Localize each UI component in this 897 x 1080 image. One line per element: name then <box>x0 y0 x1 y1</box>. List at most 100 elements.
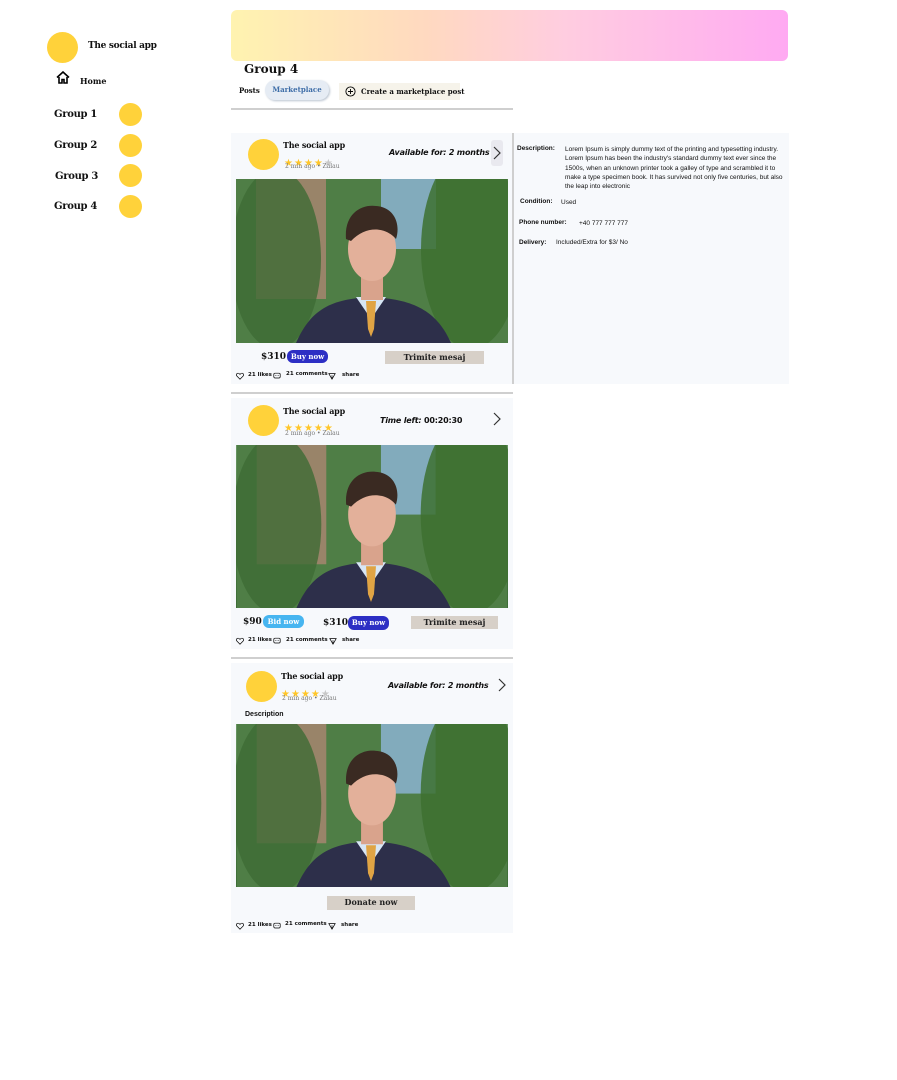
price: $310 <box>261 352 287 362</box>
comments-count[interactable]: 21 comments <box>286 371 328 377</box>
time-left-value: 00:20:30 <box>424 416 463 425</box>
product-photo[interactable] <box>236 445 508 608</box>
post-meta: 2 min ago • Zalau <box>285 430 340 437</box>
person-photo-icon <box>236 724 508 887</box>
description-heading: Description <box>245 711 284 718</box>
likes-count[interactable]: 21 likes <box>248 922 272 928</box>
delivery-value: Included/Extra for $3/ No <box>556 239 628 246</box>
time-left-label: Time left: <box>380 416 422 425</box>
create-marketplace-post-button[interactable]: Create a marketplace post <box>339 83 465 100</box>
post-meta: 2 min ago • Zalau <box>285 163 340 170</box>
person-photo-icon <box>236 445 508 608</box>
availability: Available for: 2 months <box>389 148 490 157</box>
tab-posts[interactable]: Posts <box>239 86 260 95</box>
author-name[interactable]: The social app <box>283 406 345 416</box>
sidebar-item-group-3[interactable]: Group 3 <box>55 164 147 188</box>
comment-icon[interactable] <box>273 922 281 930</box>
description-key: Description: <box>517 145 555 152</box>
availability: Available for: 2 months <box>388 681 489 690</box>
donate-now-button[interactable]: Donate now <box>327 896 415 910</box>
group-cover-banner <box>231 10 788 61</box>
phone-key: Phone number: <box>519 219 567 226</box>
condition-key: Condition: <box>520 198 553 205</box>
group-avatar <box>119 134 142 157</box>
buy-now-button[interactable]: Buy now <box>287 350 328 363</box>
home-icon <box>56 71 70 84</box>
tab-marketplace[interactable]: Marketplace <box>265 80 329 100</box>
group-avatar <box>119 195 142 218</box>
group-label: Group 2 <box>54 140 98 151</box>
app-name[interactable]: The social app <box>88 41 157 51</box>
marketplace-post-3: The social app ★★★★★ 2 min ago • Zalau A… <box>231 663 513 933</box>
plus-circle-icon <box>345 86 356 97</box>
availability-label: Available for: <box>388 681 446 690</box>
chevron-right-icon <box>493 146 501 160</box>
author-name[interactable]: The social app <box>283 140 345 150</box>
availability-value: 2 months <box>448 148 490 157</box>
app-avatar[interactable] <box>47 32 78 63</box>
next-button[interactable] <box>491 140 503 166</box>
post-actions: 21 likes 21 comments share <box>236 371 508 381</box>
heart-icon[interactable] <box>236 372 244 380</box>
marketplace-post-1: The social app ★★★★★ 2 min ago • Zalau A… <box>231 133 513 384</box>
home-nav-item[interactable]: Home <box>56 71 116 87</box>
condition-value: Used <box>561 199 577 206</box>
delivery-key: Delivery: <box>519 239 547 246</box>
author-avatar[interactable] <box>248 139 279 170</box>
author-avatar[interactable] <box>246 671 277 702</box>
next-button[interactable] <box>496 672 508 698</box>
next-button[interactable] <box>491 406 503 432</box>
group-label: Group 1 <box>54 109 98 120</box>
post-divider <box>231 392 513 394</box>
time-left: Time left: 00:20:30 <box>380 416 462 425</box>
availability-value: 2 months <box>447 681 489 690</box>
likes-count[interactable]: 21 likes <box>248 637 272 643</box>
heart-icon[interactable] <box>236 637 244 645</box>
author-name[interactable]: The social app <box>281 671 343 681</box>
chevron-right-icon <box>493 412 501 426</box>
share-label[interactable]: share <box>341 922 358 928</box>
likes-count[interactable]: 21 likes <box>248 372 272 378</box>
group-label: Group 4 <box>54 201 98 212</box>
header-divider <box>231 108 513 110</box>
create-marketplace-post-label: Create a marketplace post <box>361 87 465 96</box>
chevron-right-icon <box>498 678 506 692</box>
send-message-button[interactable]: Trimite mesaj <box>411 616 498 629</box>
share-label[interactable]: share <box>342 637 359 643</box>
group-avatar <box>119 164 142 187</box>
group-avatar <box>119 103 142 126</box>
bid-now-button[interactable]: Bid now <box>263 615 304 628</box>
buy-now-button[interactable]: Buy now <box>348 616 389 630</box>
share-icon[interactable] <box>328 922 336 930</box>
product-photo[interactable] <box>236 724 508 887</box>
comment-icon[interactable] <box>273 637 281 645</box>
share-icon[interactable] <box>328 372 336 380</box>
description-value: Lorem Ipsum is simply dummy text of the … <box>565 146 783 191</box>
group-title: Group 4 <box>244 62 299 76</box>
product-photo[interactable] <box>236 179 508 343</box>
person-photo-icon <box>236 179 508 343</box>
send-message-button[interactable]: Trimite mesaj <box>385 351 484 364</box>
price: $310 <box>323 618 349 628</box>
share-label[interactable]: share <box>342 372 359 378</box>
comment-icon[interactable] <box>273 372 281 380</box>
post-divider <box>231 657 513 659</box>
group-label: Group 3 <box>55 171 99 182</box>
post-meta: 2 min ago • Zalau <box>282 695 337 702</box>
phone-value: +40 777 777 777 <box>579 220 628 227</box>
availability-label: Available for: <box>389 148 447 157</box>
heart-icon[interactable] <box>236 922 244 930</box>
comments-count[interactable]: 21 comments <box>286 637 328 643</box>
bid-price: $90 <box>243 617 262 627</box>
marketplace-post-2: The social app ★★★★★ 2 min ago • Zalau T… <box>231 398 513 649</box>
post-details-panel: Description: Lorem Ipsum is simply dummy… <box>514 133 789 384</box>
comments-count[interactable]: 21 comments <box>285 921 327 927</box>
sidebar-item-group-2[interactable]: Group 2 <box>54 134 146 158</box>
author-avatar[interactable] <box>248 405 279 436</box>
post-actions: 21 likes 21 comments share <box>236 636 508 646</box>
home-label: Home <box>80 76 107 86</box>
post-actions: 21 likes 21 comments share <box>236 921 508 931</box>
sidebar-item-group-1[interactable]: Group 1 <box>54 103 146 127</box>
share-icon[interactable] <box>329 637 337 645</box>
sidebar-item-group-4[interactable]: Group 4 <box>54 195 146 219</box>
